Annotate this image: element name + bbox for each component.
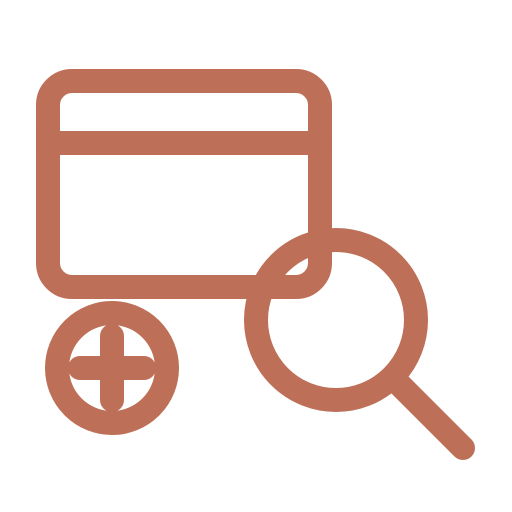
magnifying-glass-icon	[244, 228, 475, 460]
plus-circle-icon	[45, 301, 179, 435]
icon-canvas	[36, 69, 475, 460]
magnifier-handle	[384, 369, 475, 460]
add-search-window-icon	[0, 0, 512, 512]
